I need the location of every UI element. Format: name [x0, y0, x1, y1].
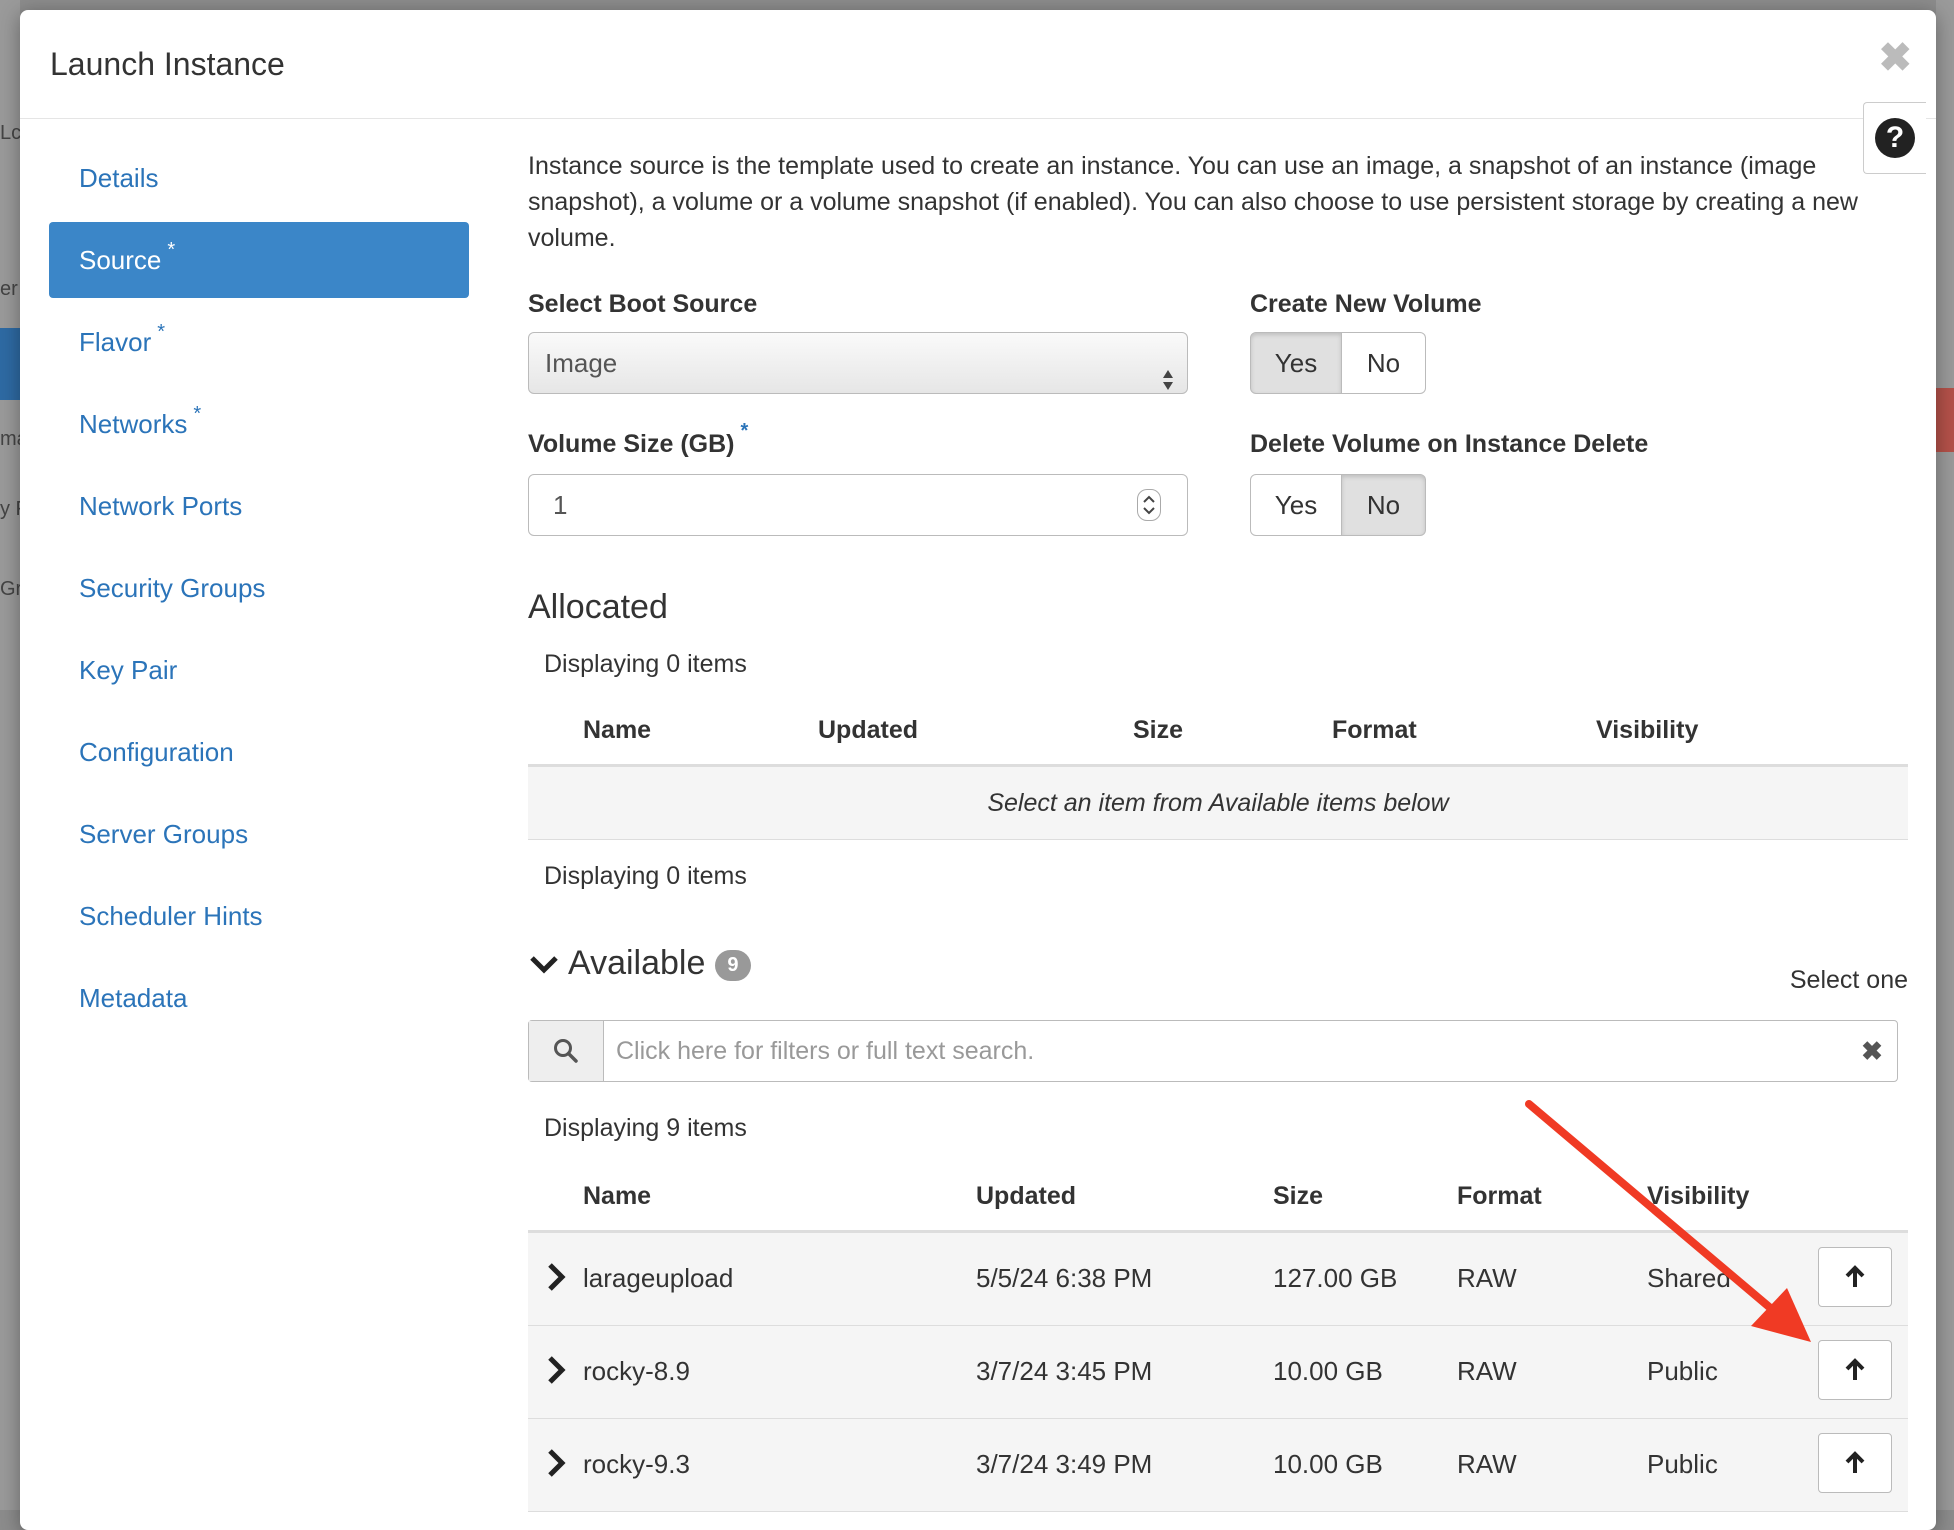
- required-marker: *: [157, 321, 166, 343]
- chevron-down-icon: [528, 946, 560, 985]
- boot-source-label: Select Boot Source: [528, 290, 758, 318]
- available-count: Displaying 9 items: [544, 1114, 747, 1142]
- row-name: rocky-8.9: [583, 1356, 690, 1386]
- background-nav-block: [0, 328, 20, 400]
- background-page-right: [1936, 0, 1954, 1510]
- search-icon: [529, 1021, 604, 1081]
- allocate-button[interactable]: [1818, 1433, 1892, 1493]
- nav-item-security-groups[interactable]: Security Groups: [49, 550, 469, 626]
- nav-item-network-ports[interactable]: Network Ports: [49, 468, 469, 544]
- row-visibility: Shared: [1647, 1263, 1731, 1293]
- modal-header: Launch Instance ✖: [20, 10, 1936, 119]
- allocate-button[interactable]: [1818, 1247, 1892, 1307]
- row-size: 10.00 GB: [1273, 1356, 1383, 1386]
- column-header-size: Size: [1273, 1182, 1324, 1210]
- source-intro-text: Instance source is the template used to …: [528, 152, 1858, 252]
- delete-volume-no-button[interactable]: No: [1342, 474, 1426, 536]
- column-header-name: Name: [583, 716, 652, 744]
- table-row: larageupload 5/5/24 6:38 PM 127.00 GB RA…: [528, 1233, 1908, 1326]
- delete-volume-label: Delete Volume on Instance Delete: [1250, 430, 1649, 458]
- row-name: rocky-9.3: [583, 1449, 690, 1479]
- row-size: 127.00 GB: [1273, 1263, 1398, 1293]
- row-format: RAW: [1457, 1356, 1517, 1386]
- allocated-heading: Allocated: [528, 588, 668, 626]
- nav-item-flavor[interactable]: Flavor *: [49, 304, 469, 380]
- arrow-up-icon: [1845, 1265, 1865, 1287]
- available-search-bar: Click here for filters or full text sear…: [528, 1020, 1898, 1082]
- available-heading[interactable]: Available 9: [528, 944, 751, 985]
- nav-item-details[interactable]: Details: [49, 140, 469, 216]
- required-marker: *: [193, 403, 202, 425]
- column-header-visibility: Visibility: [1647, 1182, 1750, 1210]
- allocated-count-bottom: Displaying 0 items: [544, 862, 747, 890]
- row-updated: 3/7/24 3:45 PM: [976, 1356, 1153, 1386]
- background-red-button: [1936, 388, 1954, 452]
- boot-source-select[interactable]: Image: [528, 332, 1188, 394]
- nav-item-scheduler-hints[interactable]: Scheduler Hints: [49, 878, 469, 954]
- row-visibility: Public: [1647, 1356, 1718, 1386]
- row-updated: 5/5/24 6:38 PM: [976, 1263, 1153, 1293]
- wizard-nav: Details Source * Flavor * Networks * Networ…: [49, 140, 469, 1042]
- select-one-hint: Select one: [1789, 966, 1908, 994]
- create-volume-yes-button[interactable]: Yes: [1250, 332, 1342, 394]
- row-size: 10.00 GB: [1273, 1449, 1383, 1479]
- available-count-badge: 9: [715, 949, 751, 981]
- background-fragment: er: [0, 278, 18, 300]
- allocated-empty-row: Select an item from Available items belo…: [528, 767, 1908, 840]
- delete-volume-yes-button[interactable]: Yes: [1250, 474, 1342, 536]
- volume-size-value: 1: [553, 490, 568, 520]
- create-volume-no-button[interactable]: No: [1342, 332, 1426, 394]
- background-page-left: [0, 0, 20, 1510]
- nav-item-server-groups[interactable]: Server Groups: [49, 796, 469, 872]
- close-icon[interactable]: ✖: [1878, 38, 1912, 78]
- table-row: rocky-8.9 3/7/24 3:45 PM 10.00 GB RAW Pu…: [528, 1326, 1908, 1419]
- chevron-right-icon[interactable]: [544, 1350, 574, 1390]
- select-arrows-icon: [1161, 353, 1175, 413]
- column-header-format: Format: [1457, 1182, 1542, 1210]
- arrow-up-icon: [1845, 1358, 1865, 1380]
- allocate-button[interactable]: [1818, 1340, 1892, 1400]
- chevron-right-icon[interactable]: [544, 1443, 574, 1483]
- nav-item-metadata[interactable]: Metadata: [49, 960, 469, 1036]
- row-format: RAW: [1457, 1449, 1517, 1479]
- boot-source-value: Image: [545, 348, 618, 378]
- search-input[interactable]: Click here for filters or full text sear…: [604, 1021, 1847, 1081]
- nav-item-configuration[interactable]: Configuration: [49, 714, 469, 790]
- required-marker: *: [167, 239, 176, 261]
- delete-volume-toggle: Yes No: [1250, 474, 1426, 536]
- create-volume-toggle: Yes No: [1250, 332, 1426, 394]
- volume-size-label: Volume Size (GB) *: [528, 420, 749, 458]
- column-header-updated: Updated: [818, 716, 918, 744]
- table-row: rocky-9.3 3/7/24 3:49 PM 10.00 GB RAW Pu…: [528, 1419, 1908, 1512]
- clear-search-icon[interactable]: ✖: [1847, 1021, 1897, 1081]
- spinner-icon[interactable]: [1137, 489, 1161, 521]
- nav-item-source[interactable]: Source *: [49, 222, 469, 298]
- row-name: larageupload: [583, 1263, 734, 1293]
- column-header-visibility: Visibility: [1596, 716, 1699, 744]
- column-header-updated: Updated: [976, 1182, 1076, 1210]
- arrow-up-icon: [1845, 1451, 1865, 1473]
- allocated-count-top: Displaying 0 items: [544, 650, 747, 678]
- available-table-header: Name Updated Size Format Visibility: [528, 1170, 1908, 1233]
- row-format: RAW: [1457, 1263, 1517, 1293]
- nav-item-networks[interactable]: Networks *: [49, 386, 469, 462]
- column-header-name: Name: [583, 1182, 652, 1210]
- row-updated: 3/7/24 3:49 PM: [976, 1449, 1153, 1479]
- nav-item-key-pair[interactable]: Key Pair: [49, 632, 469, 708]
- volume-size-input[interactable]: 1: [528, 474, 1188, 536]
- row-visibility: Public: [1647, 1449, 1718, 1479]
- launch-instance-modal: Launch Instance ✖ ? Details Source * Flav…: [20, 10, 1936, 1530]
- allocated-table-header: Name Updated Size Format Visibility: [528, 704, 1908, 767]
- chevron-right-icon[interactable]: [544, 1257, 574, 1297]
- create-volume-label: Create New Volume: [1250, 290, 1482, 318]
- background-fragment: Lc: [0, 122, 22, 144]
- column-header-format: Format: [1332, 716, 1417, 744]
- column-header-size: Size: [1133, 716, 1184, 744]
- modal-title: Launch Instance: [50, 46, 285, 82]
- required-marker: *: [740, 420, 749, 442]
- source-step-content: Instance source is the template used to …: [528, 148, 1928, 1512]
